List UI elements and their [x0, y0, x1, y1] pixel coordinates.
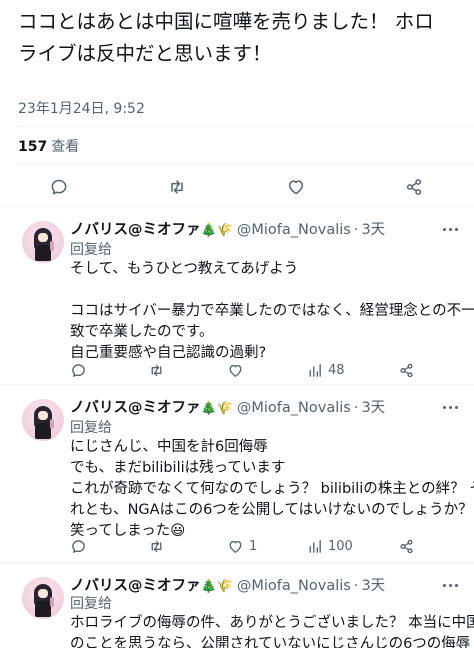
- like-count: 1: [249, 538, 258, 554]
- reply-line: のことを思うなら、公開されていないにじさんじの6つの侮辱: [70, 636, 471, 648]
- reply-line: ココはサイバー暴力で卒業したのではなく、経営理念との不一: [70, 303, 474, 319]
- retweet-icon: [151, 364, 162, 376]
- share-icon: [400, 363, 413, 377]
- heart-icon: [229, 364, 242, 377]
- reply-icon: [72, 539, 85, 553]
- main-tweet-text: ココとはあとは中国に喧嘩を売りました！ ホロ ライブは反中だと思います！: [18, 6, 463, 70]
- views-number: 157: [18, 139, 48, 155]
- retweet-button[interactable]: [148, 536, 170, 556]
- views-button[interactable]: 100: [306, 536, 353, 556]
- share-button[interactable]: [399, 172, 429, 202]
- reply-actions: 48: [0, 360, 474, 380]
- like-button[interactable]: [227, 360, 249, 380]
- share-button[interactable]: [398, 536, 415, 556]
- main-tweet-line: ココとはあとは中国に喧嘩を売りました！ ホロ: [18, 10, 434, 33]
- heart-icon: [289, 180, 303, 195]
- reply-tweet[interactable]: ノバリス@ミオファ🎄🌾 @Miofa_Novalis · 3天 回复给 にじさんじ、中…: [0, 384, 474, 562]
- separator-dot: ·: [353, 578, 359, 594]
- reply-text: ホロライブの侮辱の件、ありがとうございました？ 本当に中国 のことを思うなら、公…: [70, 613, 474, 648]
- reply-header: ノバリス@ミオファ🎄🌾 @Miofa_Novalis · 3天: [70, 396, 385, 417]
- avatar[interactable]: [22, 221, 64, 263]
- reply-tweet[interactable]: ノバリス@ミオファ🎄🌾 @Miofa_Novalis · 3天 回复给 ホロライブの侮…: [0, 562, 474, 648]
- views-icon: [309, 363, 321, 377]
- like-button[interactable]: [281, 172, 311, 202]
- reply-time[interactable]: 3天: [361, 578, 385, 594]
- main-tweet: ココとはあとは中国に喧嘩を売りました！ ホロ ライブは反中だと思います！ 23年…: [0, 0, 474, 206]
- reply-line: これが奇跡でなくて何なのでしょう？ bilibiliの株主との絆？ そ: [70, 481, 474, 497]
- views-icon: [309, 539, 321, 553]
- author-handle[interactable]: @Miofa_Novalis: [237, 222, 351, 238]
- more-button[interactable]: [440, 578, 460, 592]
- heart-icon: [229, 540, 242, 553]
- reply-header: ノバリス@ミオファ🎄🌾 @Miofa_Novalis · 3天: [70, 218, 385, 239]
- reply-icon: [72, 363, 85, 377]
- author-name-emoji: 🎄🌾: [200, 579, 233, 594]
- separator-dot: ·: [353, 222, 359, 238]
- more-button[interactable]: [440, 400, 460, 414]
- retweet-icon: [171, 180, 183, 194]
- reply-header: ノバリス@ミオファ🎄🌾 @Miofa_Novalis · 3天: [70, 574, 385, 595]
- author-name-emoji: 🎄🌾: [200, 223, 233, 238]
- views-count: 100: [328, 538, 353, 554]
- reply-to-label: 回复给: [70, 420, 112, 436]
- reply-text: そして、もうひとつ教えてあげよう ココはサイバー暴力で卒業したのではなく、経営理…: [70, 259, 474, 364]
- author-handle[interactable]: @Miofa_Novalis: [237, 400, 351, 416]
- avatar[interactable]: [22, 399, 64, 441]
- like-button[interactable]: 1: [227, 536, 257, 556]
- retweet-button[interactable]: [162, 172, 192, 202]
- reply-actions: 1 100: [0, 536, 474, 556]
- divider: [18, 164, 474, 165]
- reply-button[interactable]: [70, 536, 87, 556]
- main-tweet-line: ライブは反中だと思います！: [18, 42, 272, 65]
- share-icon: [406, 179, 422, 195]
- views-button[interactable]: 48: [306, 360, 345, 380]
- reply-tweet[interactable]: ノバリス@ミオファ🎄🌾 @Miofa_Novalis · 3天 回复给 そして、もうひ…: [0, 206, 474, 384]
- views-label: 查看: [51, 139, 80, 155]
- reply-to-label: 回复给: [70, 596, 112, 612]
- reply-line: ホロライブの侮辱の件、ありがとうございました？ 本当に中国: [70, 615, 474, 631]
- reply-line: れとも、NGAはこの6つを公開してはいけないのでしょうか？: [70, 502, 473, 518]
- tweet-timestamp[interactable]: 23年1月24日, 9:52: [18, 98, 145, 118]
- retweet-icon: [151, 540, 162, 552]
- separator-dot: ·: [353, 400, 359, 416]
- retweet-button[interactable]: [148, 360, 170, 380]
- author-name-emoji: 🎄🌾: [200, 401, 233, 416]
- reply-time[interactable]: 3天: [361, 222, 385, 238]
- divider: [18, 126, 474, 127]
- reply-button[interactable]: [70, 360, 87, 380]
- main-tweet-actions: [0, 172, 474, 202]
- avatar[interactable]: [22, 577, 64, 619]
- reply-icon: [51, 179, 67, 195]
- reply-line: 致で卒業したのです。: [70, 324, 214, 340]
- reply-button[interactable]: [44, 172, 74, 202]
- views-count: 157 查看: [18, 136, 79, 156]
- author-handle[interactable]: @Miofa_Novalis: [237, 578, 351, 594]
- reply-to-label: 回复给: [70, 242, 112, 258]
- author-name[interactable]: ノバリス@ミオファ: [70, 222, 201, 238]
- reply-line: でも、まだbilibiliは残っています: [70, 460, 286, 476]
- share-icon: [400, 539, 413, 553]
- reply-line: にじさんじ、中国を計6回侮辱: [70, 439, 268, 455]
- more-button[interactable]: [440, 222, 460, 236]
- reply-text: にじさんじ、中国を計6回侮辱 でも、まだbilibiliは残っています これが奇…: [70, 437, 474, 542]
- author-name[interactable]: ノバリス@ミオファ: [70, 400, 201, 416]
- share-button[interactable]: [398, 360, 415, 380]
- views-count: 48: [328, 362, 345, 378]
- author-name[interactable]: ノバリス@ミオファ: [70, 578, 201, 594]
- reply-time[interactable]: 3天: [361, 400, 385, 416]
- reply-line: そして、もうひとつ教えてあげよう: [70, 261, 299, 277]
